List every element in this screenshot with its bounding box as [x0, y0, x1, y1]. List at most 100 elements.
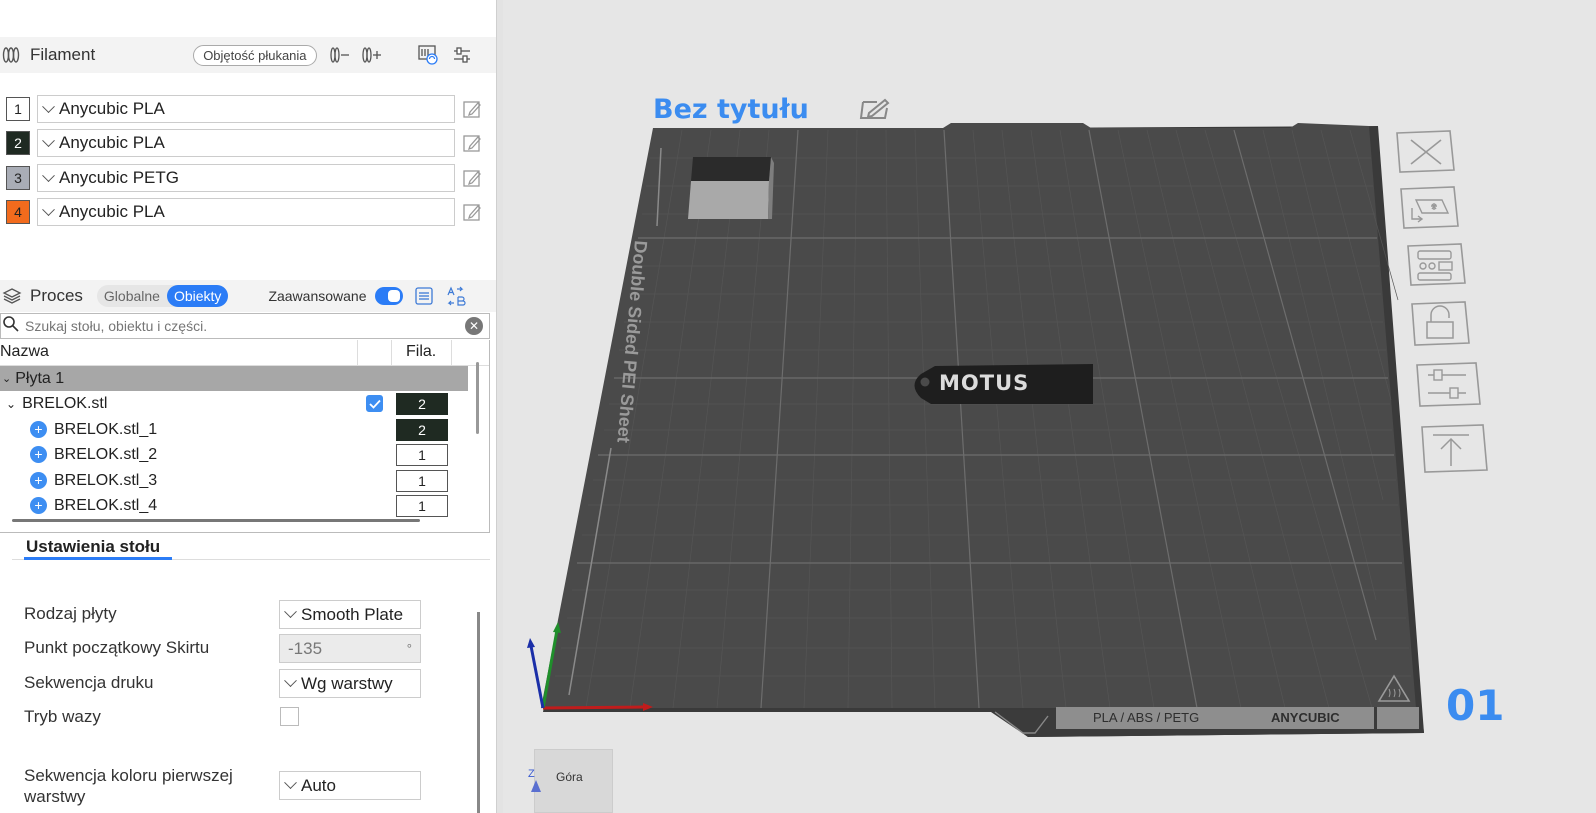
object-list-horizontal-scrollbar[interactable]	[12, 519, 420, 522]
edit-icon[interactable]	[461, 201, 483, 223]
filament-preset-name: Anycubic PETG	[59, 168, 179, 187]
settings-scrollbar[interactable]	[477, 612, 480, 813]
part-name: BRELOK.stl_1	[54, 420, 158, 438]
arrange-plate-button[interactable]	[1405, 243, 1467, 286]
skirt-start-field[interactable]: -135 °	[279, 634, 421, 663]
filament-preset-select[interactable]: Anycubic PLA	[37, 95, 455, 123]
part-name: BRELOK.stl_2	[54, 445, 158, 463]
compare-presets-icon[interactable]	[445, 285, 467, 307]
slicer-app: Filament Objętość płukania 1 Anycubic PL…	[0, 0, 1596, 813]
filament-cell[interactable]: 1	[396, 443, 448, 466]
edit-icon[interactable]	[461, 132, 483, 154]
tree-row-part[interactable]: + BRELOK.stl_1 2	[0, 417, 472, 442]
search-icon	[3, 315, 19, 337]
search-input[interactable]	[25, 318, 455, 334]
slice-plate-button[interactable]	[1419, 424, 1488, 473]
plate-name: Płyta 1	[15, 369, 65, 387]
tree-row-plate[interactable]: ⌄ Płyta 1	[0, 366, 468, 391]
plate-title[interactable]: Bez tytułu	[653, 94, 809, 125]
part-name: BRELOK.stl_3	[54, 471, 158, 489]
tab-objects[interactable]: Obiekty	[166, 285, 229, 307]
view-cube-axis-arrow	[531, 780, 541, 792]
filament-cell[interactable]: 1	[396, 469, 448, 492]
filament-preset-name: Anycubic PLA	[59, 133, 165, 152]
bed-surface	[541, 123, 1416, 708]
plate-type-select[interactable]: Smooth Plate	[279, 600, 421, 629]
column-divider	[451, 340, 452, 366]
lock-plate-button[interactable]	[1409, 301, 1471, 346]
part-name: BRELOK.stl_4	[54, 496, 158, 514]
add-filament-icon[interactable]	[361, 44, 383, 66]
remove-filament-icon[interactable]	[329, 44, 351, 66]
column-header-name[interactable]: Nazwa	[0, 343, 49, 361]
chevron-down-icon	[284, 605, 297, 619]
tree-row-part[interactable]: + BRELOK.stl_4 1	[0, 493, 472, 518]
filament-row-3: 3 Anycubic PETG	[6, 164, 483, 192]
column-divider	[391, 340, 392, 366]
view-cube-face-label: Góra	[556, 770, 583, 784]
filament-number-badge[interactable]: 3	[6, 166, 30, 190]
active-tab-indicator	[24, 557, 172, 560]
filament-cell[interactable]: 2	[396, 392, 448, 415]
print-sequence-select[interactable]: Wg warstwy	[279, 669, 421, 698]
vase-mode-label: Tryb wazy	[24, 707, 101, 726]
tree-row-object[interactable]: ⌄ BRELOK.stl 2	[0, 391, 472, 416]
filament-number-badge[interactable]: 4	[6, 200, 30, 224]
edit-icon[interactable]	[461, 167, 483, 189]
filament-preset-name: Anycubic PLA	[59, 99, 165, 118]
delete-plate-button[interactable]	[1394, 130, 1456, 173]
column-header-filament[interactable]: Fila.	[406, 343, 436, 361]
filament-row-1: 1 Anycubic PLA	[6, 95, 483, 123]
plate-number: 01	[1446, 681, 1505, 730]
flush-volume-button[interactable]: Objętość płukania	[193, 44, 317, 66]
filament-cell[interactable]: 1	[396, 494, 448, 517]
first-layer-color-select[interactable]: Auto	[279, 771, 421, 800]
filament-cell[interactable]: 2	[396, 418, 448, 441]
filament-number-badge[interactable]: 1	[6, 97, 30, 121]
filament-preset-name: Anycubic PLA	[59, 202, 165, 221]
advanced-toggle[interactable]	[374, 287, 403, 305]
list-view-icon[interactable]	[413, 285, 435, 307]
panel-splitter[interactable]	[496, 0, 503, 813]
3d-viewport[interactable]: Double Sided PEI Sheet PLA / ABS / PETG …	[503, 0, 1596, 813]
printable-checkbox[interactable]	[366, 395, 383, 412]
object-list-header: Nazwa Fila.	[0, 340, 489, 366]
edit-icon[interactable]	[461, 98, 483, 120]
tab-bed-settings[interactable]: Ustawienia stołu	[26, 537, 160, 557]
chevron-down-icon[interactable]: ⌄	[6, 397, 16, 411]
vase-mode-checkbox[interactable]	[280, 707, 299, 726]
chevron-down-icon[interactable]: ⌄	[2, 372, 11, 385]
filament-settings-icon[interactable]	[451, 44, 473, 66]
filament-preset-select[interactable]: Anycubic PLA	[37, 198, 455, 226]
edit-plate-name-icon[interactable]	[859, 98, 891, 125]
part-icon: +	[30, 421, 47, 438]
part-icon: +	[30, 446, 47, 463]
bed-materials-text: PLA / ABS / PETG	[1093, 710, 1199, 725]
chevron-down-icon	[284, 674, 297, 688]
tree-row-part[interactable]: + BRELOK.stl_2 1	[0, 442, 472, 467]
advanced-label: Zaawansowane	[268, 288, 367, 304]
plate-settings-button[interactable]	[1414, 362, 1481, 407]
object-list-vertical-scrollbar[interactable]	[476, 362, 479, 434]
skirt-start-label: Punkt początkowy Skirtu	[24, 638, 210, 657]
first-layer-color-value: Auto	[301, 775, 336, 795]
skirt-start-value: -135	[288, 638, 323, 658]
filament-number-badge[interactable]: 2	[6, 131, 30, 155]
plate-type-value: Smooth Plate	[301, 604, 404, 624]
clear-search-icon[interactable]: ✕	[465, 317, 483, 335]
object-name: BRELOK.stl	[22, 394, 108, 412]
process-scope-switch: Globalne Obiekty	[96, 285, 229, 307]
filament-preset-select[interactable]: Anycubic PETG	[37, 164, 455, 192]
auto-orient-plate-button[interactable]	[1398, 186, 1460, 229]
tab-global[interactable]: Globalne	[97, 285, 167, 307]
part-icon: +	[30, 497, 47, 514]
column-divider	[357, 340, 358, 366]
filament-section-header: Filament Objętość płukania	[0, 37, 496, 73]
filament-preset-select[interactable]: Anycubic PLA	[37, 129, 455, 157]
tree-row-part[interactable]: + BRELOK.stl_3 1	[0, 468, 472, 493]
object-search-bar: ✕	[0, 313, 490, 339]
process-title: Proces	[30, 286, 83, 305]
filament-sync-icon[interactable]	[417, 44, 439, 66]
view-cube[interactable]: Góra	[534, 749, 613, 813]
first-layer-color-label: Sekwencja koloru pierwszej warstwy	[24, 766, 233, 806]
